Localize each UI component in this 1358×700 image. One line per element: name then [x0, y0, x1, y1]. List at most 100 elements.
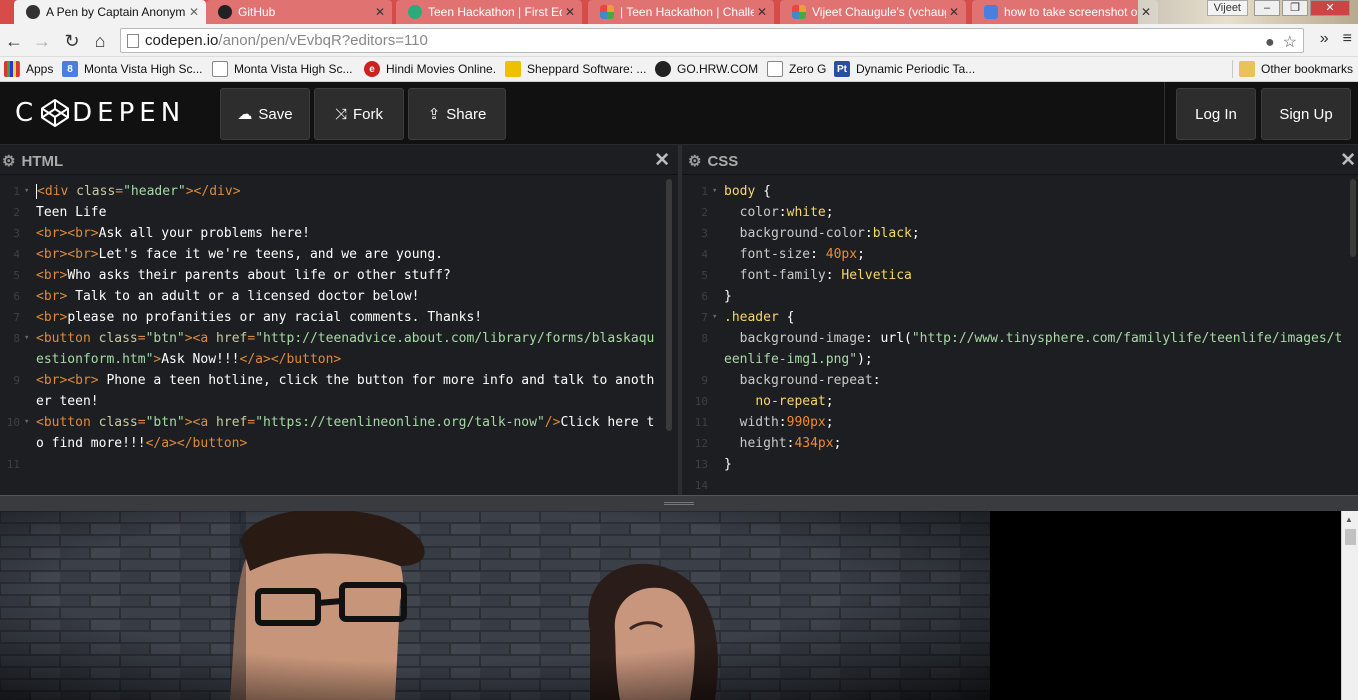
codepen-logo[interactable]: C DEPEN	[15, 96, 185, 130]
fold-arrow-icon[interactable]: ▾	[24, 181, 29, 202]
signup-label: Sign Up	[1279, 105, 1333, 123]
close-icon[interactable]: ✕	[654, 149, 670, 172]
close-icon[interactable]: ✕	[562, 5, 578, 19]
code-line[interactable]: 11	[0, 454, 662, 475]
google-icon	[984, 5, 998, 19]
tab-teen-hackathon-challenge[interactable]: | Teen Hackathon | Challe ✕	[588, 0, 774, 24]
css-code-area[interactable]: 1 ▾ body {2 color:white; 3 background-color…	[688, 181, 1346, 495]
forward-button[interactable]: →	[30, 29, 54, 53]
fold-arrow-icon[interactable]: ▾	[24, 412, 29, 433]
preview-resize-bar[interactable]	[0, 495, 1358, 511]
code-line[interactable]: 8 background-image: url("http://www.tiny…	[688, 328, 1346, 370]
css-editor-pane: ⚙ CSS ✕ 1 ▾ body {2 color:white; 3 backgrou…	[682, 145, 1358, 495]
fold-arrow-icon[interactable]: ▾	[712, 181, 717, 202]
code-line[interactable]: 6 <br> Talk to an adult or a licensed doc…	[0, 286, 662, 307]
html-editor-scrollbar[interactable]	[666, 179, 672, 431]
logo-text-left: C	[15, 98, 39, 128]
code-line[interactable]: 1 ▾ <div class="header"></div>	[0, 181, 662, 202]
bookmark-periodic-table[interactable]: Pt Dynamic Periodic Ta...	[834, 61, 975, 77]
window-close-button[interactable]: ✕	[1310, 0, 1350, 16]
fold-arrow-icon[interactable]: ▾	[712, 307, 717, 328]
star-icon[interactable]: ☆	[1283, 31, 1297, 54]
code-line[interactable]: 12 height:434px;	[688, 433, 1346, 454]
menu-icon[interactable]: ≡	[1343, 30, 1352, 48]
code-line[interactable]: 8 ▾ <button class="btn"><a href="http://te…	[0, 328, 662, 370]
fork-button[interactable]: ⤨ Fork	[314, 88, 404, 140]
code-line[interactable]: 2 color:white;	[688, 202, 1346, 223]
bookmark-other[interactable]: Other bookmarks	[1239, 61, 1353, 77]
close-icon[interactable]: ✕	[946, 5, 962, 19]
gear-icon[interactable]: ⚙	[688, 152, 701, 170]
code-line[interactable]: 14	[688, 475, 1346, 496]
code-line[interactable]: 4 <br><br>Let's face it we're teens, and …	[0, 244, 662, 265]
code-line[interactable]: 9 background-repeat:	[688, 370, 1346, 391]
signup-button[interactable]: Sign Up	[1261, 88, 1351, 140]
pinwheel-icon	[792, 5, 806, 19]
html-code-area[interactable]: 1 ▾ <div class="header"></div> 2 Teen Life 3 <…	[0, 181, 662, 495]
close-icon[interactable]: ✕	[1340, 149, 1356, 172]
user-profile-badge[interactable]: Vijeet	[1206, 0, 1248, 16]
tab-teen-hackathon-first[interactable]: Teen Hackathon | First Ed ✕	[396, 0, 582, 24]
home-icon: ⌂	[94, 30, 106, 51]
code-line[interactable]: 6}	[688, 286, 1346, 307]
code-token: Ask Now!!!	[161, 352, 240, 367]
close-icon[interactable]: ✕	[186, 5, 202, 19]
save-button[interactable]: ☁ Save	[220, 88, 310, 140]
code-line[interactable]: 10 no-repeat;	[688, 391, 1346, 412]
minimize-button[interactable]: ‒	[1254, 0, 1280, 16]
close-icon[interactable]: ✕	[372, 5, 388, 19]
code-token: <br><br>	[36, 226, 99, 241]
fold-arrow-icon[interactable]: ▾	[24, 328, 29, 349]
tab-title: how to take screenshot o	[1004, 5, 1138, 19]
code-line[interactable]: 13}	[688, 454, 1346, 475]
code-line[interactable]: 2 Teen Life	[0, 202, 662, 223]
code-line[interactable]: 3 <br><br>Ask all your problems here!	[0, 223, 662, 244]
tab-github[interactable]: GitHub ✕	[206, 0, 392, 24]
resize-grip-icon[interactable]	[664, 502, 694, 505]
code-line[interactable]: 5 <br>Who asks their parents about life o…	[0, 265, 662, 286]
bookmark-go-hrw[interactable]: GO.HRW.COM	[655, 61, 758, 77]
code-line[interactable]: 7 <br>please no profanities or any racial…	[0, 307, 662, 328]
codepen-icon	[26, 5, 40, 19]
code-line[interactable]: 11 width:990px;	[688, 412, 1346, 433]
code-line[interactable]: 3 background-color:black;	[688, 223, 1346, 244]
tab-vijeet-profile[interactable]: Vijeet Chaugule's (vchaug ✕	[780, 0, 966, 24]
reload-button[interactable]: ↻	[60, 29, 84, 53]
html-editor-title-text: HTML	[21, 152, 64, 170]
maximize-button[interactable]: ❐	[1282, 0, 1308, 16]
css-editor-header: ⚙ CSS ✕	[682, 145, 1358, 175]
bookmark-monta-vista-1[interactable]: 8 Monta Vista High Sc...	[62, 61, 203, 77]
bookmark-apps[interactable]: Apps	[4, 61, 53, 77]
tab-codepen[interactable]: A Pen by Captain Anonym ✕	[14, 0, 206, 24]
preview-scrollbar[interactable]: ▲	[1341, 511, 1358, 700]
code-line[interactable]: 4 font-size: 40px;	[688, 244, 1346, 265]
close-icon[interactable]: ✕	[754, 5, 770, 19]
code-line[interactable]: 10 ▾ <button class="btn"><a href="https://…	[0, 412, 662, 454]
scroll-up-icon[interactable]: ▲	[1345, 515, 1353, 524]
gear-icon[interactable]: ⚙	[2, 152, 15, 170]
pt-icon: Pt	[834, 61, 850, 77]
bookmark-hindi-movies[interactable]: e Hindi Movies Online.	[364, 61, 496, 77]
bookmark-label: Monta Vista High Sc...	[84, 62, 203, 76]
share-button[interactable]: ⇪ Share	[408, 88, 506, 140]
close-icon[interactable]: ✕	[1138, 5, 1154, 19]
tab-google-search[interactable]: how to take screenshot o ✕	[972, 0, 1158, 24]
css-editor-scrollbar[interactable]	[1350, 179, 1356, 257]
code-token: :	[872, 373, 881, 388]
code-line[interactable]: 9 <br><br> Phone a teen hotline, click th…	[0, 370, 662, 412]
bookmark-monta-vista-2[interactable]: Monta Vista High Sc...	[212, 61, 353, 77]
bookmark-zero-g[interactable]: Zero G	[767, 61, 826, 77]
code-line[interactable]: 1 ▾ body {	[688, 181, 1346, 202]
line-number: 9	[13, 374, 20, 387]
lightbulb-icon[interactable]: ●	[1265, 31, 1275, 54]
extensions-chevron-icon[interactable]: »	[1320, 30, 1329, 48]
back-button[interactable]: ←	[2, 29, 26, 53]
preview-scroll-thumb[interactable]	[1345, 529, 1356, 545]
code-line[interactable]: 5 font-family: Helvetica	[688, 265, 1346, 286]
bookmark-sheppard[interactable]: Sheppard Software: ...	[505, 61, 646, 77]
css-editor-title: ⚙ CSS	[688, 152, 738, 171]
code-line[interactable]: 7 ▾ .header {	[688, 307, 1346, 328]
address-bar[interactable]: codepen.io/anon/pen/vEvbqR?editors=110 ●…	[120, 28, 1304, 53]
home-button[interactable]: ⌂	[88, 29, 112, 53]
login-button[interactable]: Log In	[1176, 88, 1256, 140]
